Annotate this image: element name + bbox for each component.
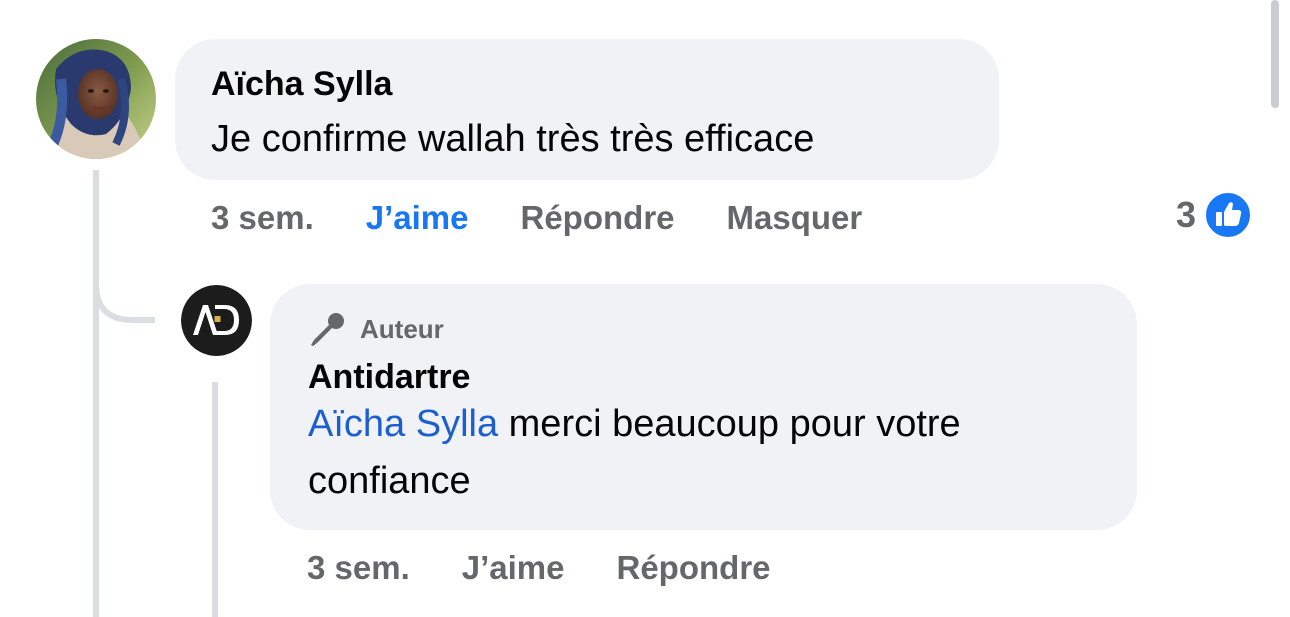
comment-bubble: Aïcha Sylla Je confirme wallah très très… [175,39,999,180]
author-badge: Auteur [308,312,1099,346]
reply-timestamp[interactable]: 3 sem. [307,549,410,587]
reply-bubble: Auteur Antidartre Aïcha Sylla merci beau… [270,284,1137,530]
thread-line-branch [93,260,155,323]
thread-line-vertical [93,170,99,617]
reaction-count: 3 [1176,194,1197,235]
ad-logo-icon [181,285,252,356]
reply-text: Aïcha Sylla merci beaucoup pour votre co… [308,396,1099,510]
reply-author[interactable]: Antidartre [308,358,1099,396]
profile-photo-icon [36,39,156,159]
comment-text: Je confirme wallah très très efficace [211,118,815,160]
comment-author[interactable]: Aïcha Sylla [211,65,963,103]
microphone-icon [311,313,344,346]
reply-like-button[interactable]: J’aime [462,549,565,587]
author-badge-label: Auteur [360,313,444,344]
hide-button[interactable]: Masquer [727,199,863,237]
like-icon [1204,191,1253,239]
reply-thread-line [212,382,218,617]
scrollbar[interactable] [1271,0,1279,108]
avatar-antidartre[interactable] [181,285,252,356]
reply-button[interactable]: Répondre [521,199,675,237]
like-button[interactable]: J’aime [366,199,469,237]
comment-timestamp[interactable]: 3 sem. [211,199,314,237]
reply-actions: 3 sem. J’aime Répondre [307,546,823,590]
mention-link[interactable]: Aïcha Sylla [308,403,498,445]
reply-reply-button[interactable]: Répondre [617,549,771,587]
comment-actions: 3 sem. J’aime Répondre Masquer [211,196,914,240]
avatar-aicha[interactable] [36,39,156,159]
reaction-summary[interactable]: 3 [1176,190,1253,240]
